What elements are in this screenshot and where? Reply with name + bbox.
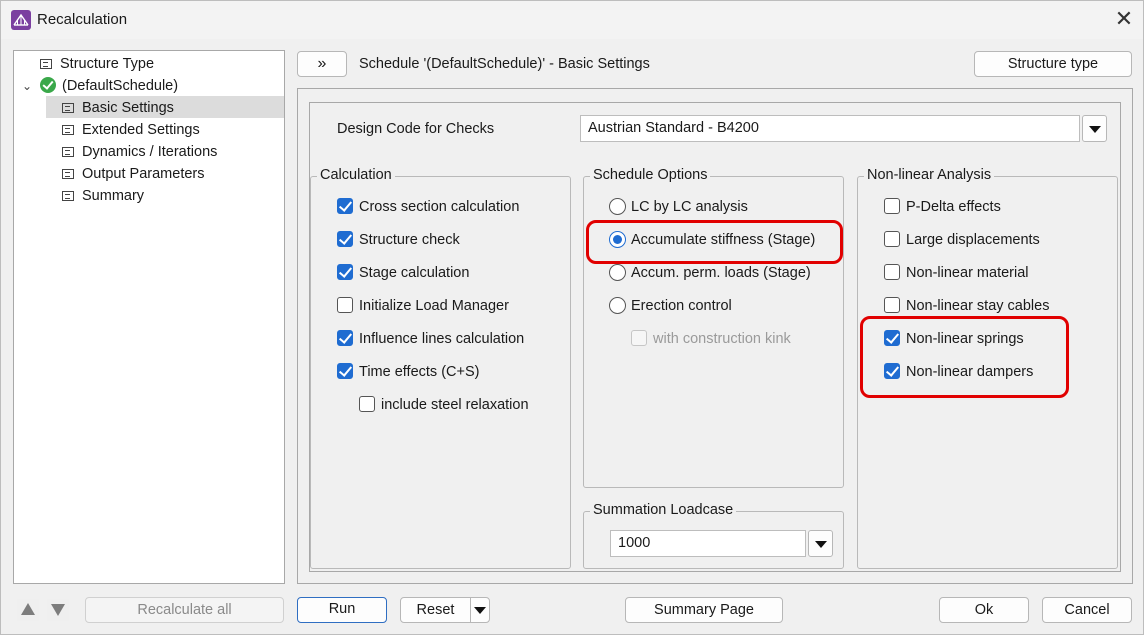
checkbox-label: Time effects (C+S) xyxy=(359,364,480,380)
close-icon[interactable]: ✕ xyxy=(1109,5,1139,35)
radio-label: Accum. perm. loads (Stage) xyxy=(631,265,811,281)
radio-unselected-icon xyxy=(609,264,626,281)
checkbox-label: P-Delta effects xyxy=(906,199,1001,215)
checkbox-disabled-icon xyxy=(631,330,647,346)
run-button[interactable]: Run xyxy=(297,597,387,623)
checkbox-label: with construction kink xyxy=(653,331,791,347)
checkbox-label: Non-linear stay cables xyxy=(906,298,1050,314)
navigation-tree: Structure Type ⌄ (DefaultSchedule) Basic… xyxy=(13,50,285,584)
tree-item-label: Dynamics / Iterations xyxy=(82,144,218,160)
highlight-accumulate-stiffness xyxy=(586,220,843,264)
chevron-down-icon xyxy=(815,541,827,548)
section-icon xyxy=(40,59,52,69)
title-bar: Recalculation ✕ xyxy=(1,1,1143,39)
recalculation-dialog: Recalculation ✕ Structure Type ⌄ (Defaul… xyxy=(0,0,1144,635)
design-code-value: Austrian Standard - B4200 xyxy=(588,120,759,136)
checkbox-label: Initialize Load Manager xyxy=(359,298,509,314)
summation-loadcase-select[interactable]: 1000 xyxy=(610,530,806,557)
checkbox-unchecked-icon xyxy=(884,264,900,280)
app-bridge-icon xyxy=(11,10,31,30)
tree-item-label: Basic Settings xyxy=(82,100,174,116)
design-code-dropdown-button[interactable] xyxy=(1082,115,1107,142)
checkbox-label: Stage calculation xyxy=(359,265,470,281)
expand-panel-button[interactable]: » xyxy=(297,51,347,77)
structure-type-button[interactable]: Structure type xyxy=(974,51,1132,77)
design-code-select[interactable]: Austrian Standard - B4200 xyxy=(580,115,1080,142)
reset-dropdown-button[interactable] xyxy=(470,597,490,623)
schedule-options-group-title: Schedule Options xyxy=(590,167,711,183)
radio-unselected-icon xyxy=(609,297,626,314)
page-title: Schedule '(DefaultSchedule)' - Basic Set… xyxy=(359,56,650,72)
tree-item-basic-settings[interactable]: Basic Settings xyxy=(62,97,174,119)
move-down-button[interactable] xyxy=(47,599,69,621)
section-icon xyxy=(62,169,74,179)
calculation-group-title: Calculation xyxy=(317,167,395,183)
arrow-down-icon xyxy=(51,604,65,616)
summation-loadcase-title: Summation Loadcase xyxy=(590,502,737,518)
section-icon xyxy=(62,125,74,135)
chevron-down-icon xyxy=(474,607,486,614)
checkbox-checked-icon xyxy=(337,264,353,280)
check-circle-icon xyxy=(40,77,56,93)
radio-unselected-icon xyxy=(609,198,626,215)
checkbox-label: include steel relaxation xyxy=(381,397,529,413)
tree-item-extended-settings[interactable]: Extended Settings xyxy=(62,119,200,141)
tree-item-default-schedule[interactable]: (DefaultSchedule) xyxy=(40,75,178,97)
highlight-nonlinear-springs-dampers xyxy=(860,316,1069,398)
checkbox-checked-icon xyxy=(337,198,353,214)
arrow-up-icon xyxy=(21,603,35,615)
checkbox-unchecked-icon xyxy=(337,297,353,313)
radio-label: Erection control xyxy=(631,298,732,314)
section-icon xyxy=(62,191,74,201)
radio-label: LC by LC analysis xyxy=(631,199,748,215)
tree-item-output-parameters[interactable]: Output Parameters xyxy=(62,163,205,185)
checkbox-label: Structure check xyxy=(359,232,460,248)
checkbox-unchecked-icon xyxy=(884,231,900,247)
cancel-button[interactable]: Cancel xyxy=(1042,597,1132,623)
tree-item-label: Extended Settings xyxy=(82,122,200,138)
ok-button[interactable]: Ok xyxy=(939,597,1029,623)
checkbox-label: Cross section calculation xyxy=(359,199,520,215)
checkbox-label: Large displacements xyxy=(906,232,1040,248)
checkbox-unchecked-icon xyxy=(359,396,375,412)
nonlinear-analysis-title: Non-linear Analysis xyxy=(864,167,995,183)
tree-item-structure-type[interactable]: Structure Type xyxy=(40,53,154,75)
tree-item-summary[interactable]: Summary xyxy=(62,185,144,207)
checkbox-checked-icon xyxy=(337,231,353,247)
checkbox-label: Influence lines calculation xyxy=(359,331,525,347)
tree-item-label: Structure Type xyxy=(60,56,155,72)
tree-item-label: (DefaultSchedule) xyxy=(62,78,179,94)
tree-item-dynamics-iterations[interactable]: Dynamics / Iterations xyxy=(62,141,217,163)
window-title: Recalculation xyxy=(37,11,128,28)
summation-loadcase-value: 1000 xyxy=(618,535,651,551)
summary-page-button[interactable]: Summary Page xyxy=(625,597,783,623)
reset-button[interactable]: Reset xyxy=(400,597,471,623)
checkbox-label: Non-linear material xyxy=(906,265,1029,281)
checkbox-checked-icon xyxy=(337,363,353,379)
chevron-down-icon xyxy=(1089,126,1101,133)
tree-item-label: Output Parameters xyxy=(82,166,205,182)
section-icon xyxy=(62,103,74,113)
chevron-down-icon[interactable]: ⌄ xyxy=(22,79,32,93)
move-up-button[interactable] xyxy=(17,599,39,621)
tree-item-label: Summary xyxy=(82,188,145,204)
recalculate-all-button[interactable]: Recalculate all xyxy=(85,597,284,623)
section-icon xyxy=(62,147,74,157)
checkbox-unchecked-icon xyxy=(884,297,900,313)
checkbox-checked-icon xyxy=(337,330,353,346)
design-code-label: Design Code for Checks xyxy=(337,121,495,137)
summation-dropdown-button[interactable] xyxy=(808,530,833,557)
checkbox-unchecked-icon xyxy=(884,198,900,214)
